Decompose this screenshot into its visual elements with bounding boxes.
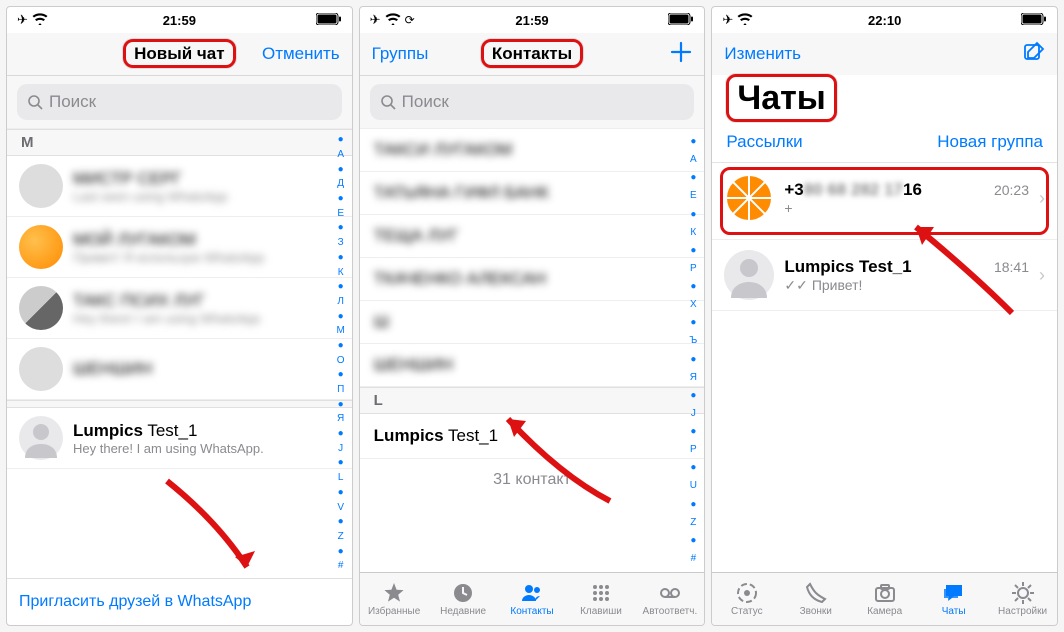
new-group-button[interactable]: Новая группа	[937, 132, 1043, 152]
contact-row-lumpics[interactable]: Lumpics Test_1	[360, 414, 705, 459]
avatar	[19, 347, 63, 391]
search-placeholder: Поиск	[49, 92, 96, 112]
chat-actions: Рассылки Новая группа	[712, 126, 1057, 163]
tab-bar: ИзбранныеНедавниеКонтактыКлавишиАвтоотве…	[360, 572, 705, 625]
nav-bar: Изменить	[712, 33, 1057, 75]
status-bar: ✈ 21:59	[7, 7, 352, 33]
contact-row[interactable]: ТЕЩА ЛУГ	[360, 215, 705, 258]
chats-icon	[942, 581, 966, 605]
chevron-right-icon: ›	[1039, 188, 1045, 209]
edit-button[interactable]: Изменить	[724, 44, 801, 64]
voicemail-icon	[658, 581, 682, 605]
section-header: L	[360, 387, 705, 414]
chat-row[interactable]: Lumpics Test_1 18:41 ✓✓Привет! ›	[712, 240, 1057, 311]
contact-status: Hey there! I am using WhatsApp.	[73, 441, 340, 456]
tab-gear[interactable]: Настройки	[988, 573, 1057, 625]
calls-icon	[804, 581, 828, 605]
contact-row[interactable]: МИСТР СЕРГLast seen using WhatsApp	[7, 156, 352, 217]
tab-voicemail[interactable]: Автоответч.	[635, 573, 704, 625]
orange-icon	[724, 173, 774, 223]
chevron-right-icon: ›	[1039, 265, 1045, 286]
search-wrap: Поиск	[7, 76, 352, 129]
contact-row[interactable]: Ш	[360, 301, 705, 344]
clock-icon	[451, 581, 475, 605]
screen-new-chat: ✈ 21:59 Новый чат Отменить Поиск M МИСТР…	[6, 6, 353, 626]
status-icon	[735, 581, 759, 605]
status-time: 21:59	[7, 13, 352, 28]
search-icon	[27, 94, 43, 110]
avatar	[724, 250, 774, 300]
search-input[interactable]: Поиск	[370, 84, 695, 120]
search-input[interactable]: Поиск	[17, 84, 342, 120]
compose-button[interactable]	[1023, 41, 1045, 68]
tab-calls[interactable]: Звонки	[781, 573, 850, 625]
nav-title: Новый чат	[7, 44, 352, 64]
chat-name: +380 68 282 1716	[784, 180, 922, 200]
contact-row[interactable]: ТАКСИ ЛУГАКОМ	[360, 129, 705, 172]
invite-friends-button[interactable]: Пригласить друзей в WhatsApp	[7, 578, 352, 625]
tab-chats[interactable]: Чаты	[919, 573, 988, 625]
contacts-list: M МИСТР СЕРГLast seen using WhatsApp МОЙ…	[7, 129, 352, 578]
gear-icon	[1011, 581, 1035, 605]
contact-row[interactable]: ТКАЧЕНКО АЛЕКСАН	[360, 258, 705, 301]
nav-bar: Группы Контакты	[360, 33, 705, 76]
tab-star[interactable]: Избранные	[360, 573, 429, 625]
screen-contacts: ✈ ⟳ 21:59 Группы Контакты Поиск ТАКСИ ЛУ…	[359, 6, 706, 626]
status-time: 21:59	[360, 13, 705, 28]
search-icon	[380, 94, 396, 110]
tab-keypad[interactable]: Клавиши	[566, 573, 635, 625]
search-placeholder: Поиск	[402, 92, 449, 112]
page-title: Чаты	[712, 75, 1057, 126]
status-bar: ✈ 22:10	[712, 7, 1057, 33]
camera-icon	[873, 581, 897, 605]
chat-preview: ✓✓Привет!	[784, 277, 1029, 294]
contacts-list: ТАКСИ ЛУГАКОМТАТЬЯНА ГИФЛ БАНКТЕЩА ЛУГТК…	[360, 129, 705, 572]
screen-chats: ✈ 22:10 Изменить Чаты Рассылки Новая гру…	[711, 6, 1058, 626]
nav-title: Контакты	[360, 44, 705, 64]
tab-camera[interactable]: Камера	[850, 573, 919, 625]
chat-time: 18:41	[994, 259, 1029, 275]
contact-row[interactable]: ШЕНШИН	[360, 344, 705, 387]
tab-clock[interactable]: Недавние	[429, 573, 498, 625]
avatar	[19, 286, 63, 330]
avatar	[724, 173, 774, 223]
chat-time: 20:23	[994, 182, 1029, 198]
contact-row[interactable]: ШЕНШИН	[7, 339, 352, 400]
contacts-count: 31 контакт	[360, 459, 705, 501]
chat-list: +380 68 282 1716 20:23 + › Lumpics Test_1…	[712, 163, 1057, 572]
tab-bar: СтатусЗвонкиКамераЧатыНастройки	[712, 572, 1057, 625]
nav-bar: Новый чат Отменить	[7, 33, 352, 76]
chat-preview: +	[784, 200, 1029, 216]
contact-row[interactable]: ТАТЬЯНА ГИФЛ БАНК	[360, 172, 705, 215]
section-header: M	[7, 129, 352, 156]
tab-status[interactable]: Статус	[712, 573, 781, 625]
star-icon	[382, 581, 406, 605]
avatar	[19, 416, 63, 460]
status-time: 22:10	[712, 13, 1057, 28]
status-bar: ✈ ⟳ 21:59	[360, 7, 705, 33]
search-wrap: Поиск	[360, 76, 705, 129]
chat-name: Lumpics Test_1	[784, 257, 911, 277]
contact-name: Lumpics Test_1	[374, 426, 691, 446]
contact-row-lumpics[interactable]: Lumpics Test_1Hey there! I am using What…	[7, 408, 352, 469]
avatar	[19, 225, 63, 269]
chat-row[interactable]: +380 68 282 1716 20:23 + ›	[712, 163, 1057, 240]
contact-name: Lumpics Test_1	[73, 421, 340, 441]
compose-icon	[1023, 41, 1045, 63]
contacts-icon	[520, 581, 544, 605]
contact-row[interactable]: ТАКС ПСИХ ЛУГHey there! I am using Whats…	[7, 278, 352, 339]
tab-contacts[interactable]: Контакты	[498, 573, 567, 625]
avatar	[19, 164, 63, 208]
keypad-icon	[589, 581, 613, 605]
broadcasts-button[interactable]: Рассылки	[726, 132, 802, 152]
contact-row[interactable]: МОЙ ЛУГАКОМПривет! Я использую WhatsApp	[7, 217, 352, 278]
checkmark-icon: ✓✓	[784, 277, 807, 294]
